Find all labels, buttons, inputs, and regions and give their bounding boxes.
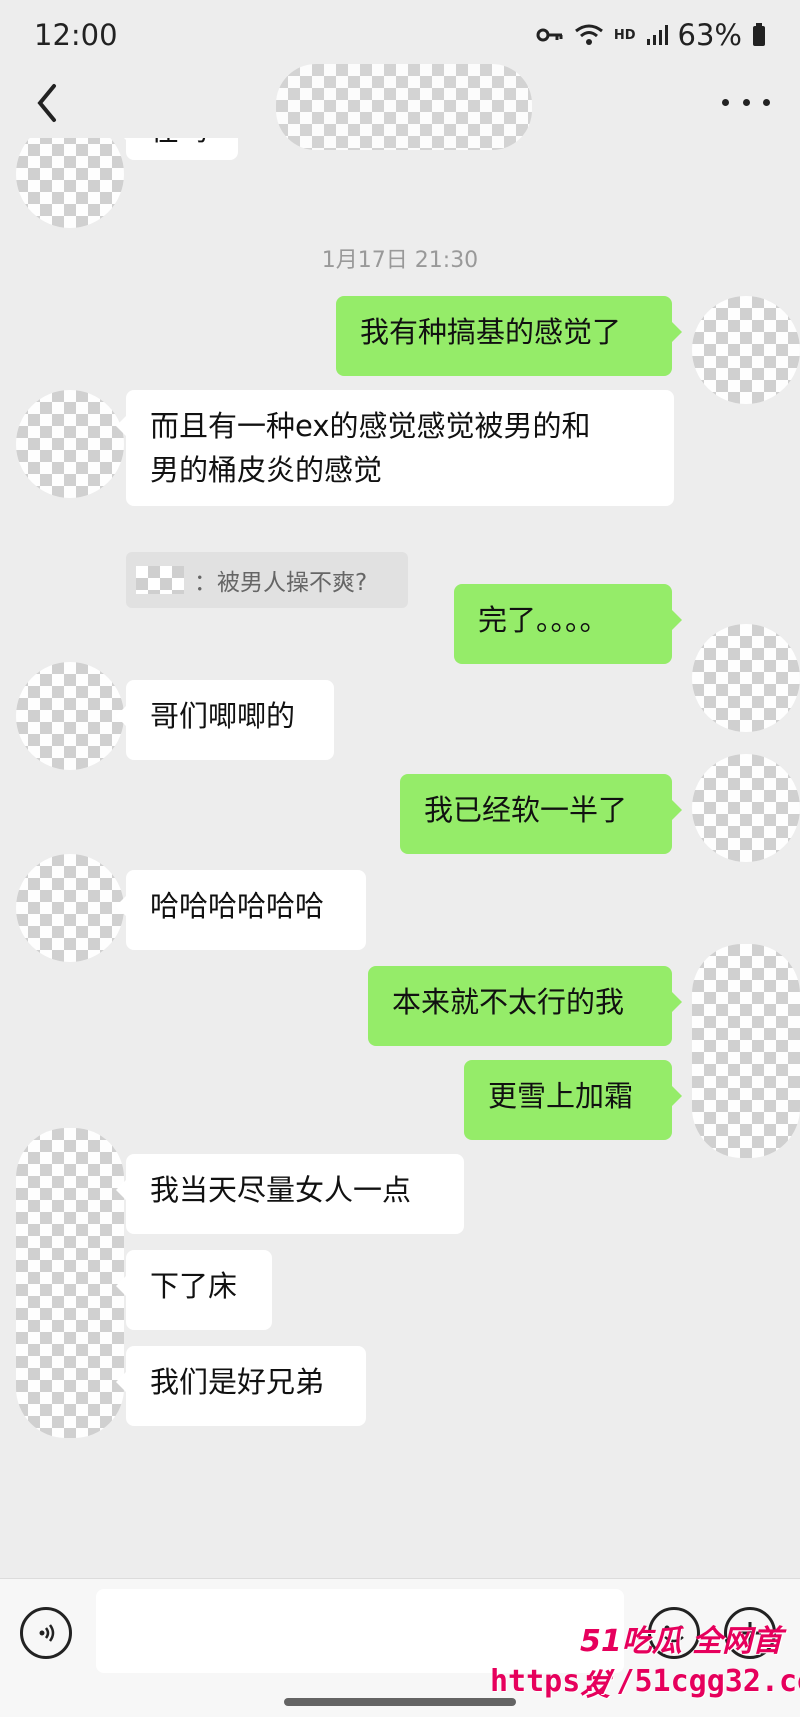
status-bar: 12:00 HD 63%	[0, 0, 800, 72]
avatar[interactable]	[16, 390, 124, 498]
status-time: 12:00	[34, 18, 118, 52]
avatar[interactable]	[692, 754, 800, 862]
chat-header	[0, 64, 800, 150]
battery-icon	[753, 23, 765, 46]
voice-button[interactable]	[20, 1607, 72, 1659]
more-button[interactable]	[722, 82, 770, 122]
message-bubble-received[interactable]: 哈哈哈哈哈哈	[116, 870, 366, 950]
voice-icon	[39, 1624, 55, 1642]
message-timestamp: 1月17日 21:30	[321, 248, 479, 273]
key-icon	[536, 28, 563, 42]
network-label: HD	[613, 27, 636, 43]
avatar[interactable]	[16, 1128, 124, 1438]
avatar[interactable]	[16, 662, 124, 770]
avatar[interactable]	[692, 296, 800, 404]
message-list[interactable]: 在吗 1月17日 21:30 我有种搞基的感觉了 而且有一种ex的感觉感觉被男的…	[0, 138, 800, 1578]
message-bubble-sent[interactable]: 完了。。。。	[454, 584, 682, 664]
message-bubble-received[interactable]: 哥们唧唧的	[116, 680, 334, 760]
avatar[interactable]	[692, 624, 800, 732]
watermark-url: https://51cgg32.com	[490, 1664, 800, 1699]
status-icons: HD 63%	[536, 18, 766, 52]
signal-icon	[646, 25, 668, 45]
message-bubble-received[interactable]: 而且有一种ex的感觉感觉被男的和 男的桶皮炎的感觉	[116, 390, 674, 506]
home-indicator[interactable]	[284, 1698, 516, 1706]
chevron-left-icon	[37, 84, 56, 122]
message-bubble-received[interactable]: 在吗	[116, 138, 238, 160]
more-dots-icon	[722, 98, 729, 106]
back-button[interactable]	[28, 78, 68, 128]
battery-percent: 63%	[677, 18, 742, 52]
quote-text: ：被男人操不爽?	[194, 570, 368, 596]
quoted-message[interactable]: ：被男人操不爽?	[126, 552, 408, 608]
avatar[interactable]	[692, 944, 800, 1158]
message-bubble-received[interactable]: 我当天尽量女人一点	[116, 1154, 464, 1234]
message-bubble-sent[interactable]: 我已经软一半了	[400, 774, 682, 854]
avatar[interactable]	[16, 138, 124, 228]
message-bubble-sent[interactable]: 我有种搞基的感觉了	[336, 296, 682, 376]
message-input[interactable]	[96, 1589, 624, 1673]
message-bubble-sent[interactable]: 本来就不太行的我	[368, 966, 682, 1046]
avatar[interactable]	[16, 854, 124, 962]
wifi-icon	[574, 24, 603, 45]
quote-avatar	[136, 566, 184, 594]
message-bubble-received[interactable]: 下了床	[116, 1250, 272, 1330]
message-bubble-sent[interactable]: 更雪上加霜	[464, 1060, 682, 1140]
message-bubble-received[interactable]: 我们是好兄弟	[116, 1346, 366, 1426]
